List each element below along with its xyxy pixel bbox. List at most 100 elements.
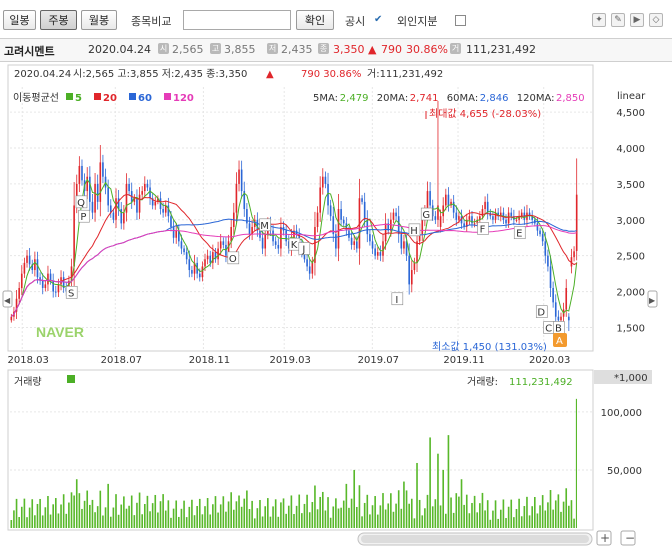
volume-bar (450, 497, 452, 528)
month-candle-button[interactable]: 월봉 (81, 10, 117, 30)
ma-value-label: 120MA: (517, 93, 555, 104)
volume-bar (28, 507, 31, 528)
zoom-in-icon[interactable]: + (600, 531, 610, 545)
candle-body (264, 234, 267, 249)
volume-bar (528, 515, 531, 528)
volume-bar (426, 494, 429, 528)
volume-bar (295, 505, 298, 528)
volume-bar (204, 506, 206, 528)
volume-bar (547, 502, 549, 528)
compare-label: 종목비교 (131, 15, 172, 28)
candle-body (102, 162, 104, 177)
price-tick-label: 4,000 (616, 144, 645, 155)
volume-bar (125, 508, 128, 528)
pencil-icon[interactable]: ✎ (611, 13, 625, 27)
volume-bar (267, 498, 269, 528)
notice-checkbox[interactable]: ✔ (374, 15, 383, 26)
volume-bar (507, 506, 510, 528)
volume-bar (400, 508, 403, 528)
candle-body (143, 183, 146, 192)
time-tick-label: 2018.11 (189, 355, 230, 366)
volume-bar (455, 493, 458, 528)
volume-bar (282, 498, 285, 528)
play-icon[interactable]: ▶ (630, 13, 644, 27)
volume-bar (541, 495, 544, 528)
volume-bar (568, 505, 570, 528)
volume-bar (437, 453, 439, 528)
volume-bar (251, 500, 253, 528)
foreign-share-checkbox[interactable] (455, 15, 466, 26)
candle-body (204, 259, 206, 267)
crosshair-icon[interactable]: ✦ (592, 13, 606, 27)
volume-bar (458, 496, 460, 528)
candle-body (54, 291, 57, 293)
compare-input[interactable] (183, 10, 291, 30)
volume-bar (70, 492, 73, 528)
week-candle-button[interactable]: 주봉 (40, 10, 77, 30)
scale-mode-label[interactable]: linear (617, 91, 646, 102)
candle-body (547, 255, 549, 267)
volume-bar (81, 508, 83, 528)
volume-bar (285, 513, 287, 528)
candle-body (541, 234, 544, 242)
candle-body (421, 219, 424, 235)
volume-bar (185, 517, 188, 528)
time-tick-label: 2020.03 (529, 355, 570, 366)
volume-bar (34, 515, 36, 528)
candle-body (141, 191, 143, 195)
scroll-left-icon[interactable]: ◀ (4, 296, 11, 305)
candle-body (316, 212, 319, 227)
candle-body (337, 209, 340, 249)
volume-bar (350, 498, 353, 528)
event-marker-label: M (260, 221, 269, 232)
volume-bar (253, 518, 256, 528)
volume-bar (94, 512, 96, 528)
candle-body (492, 216, 494, 220)
volume-bar (269, 516, 272, 528)
confirm-button[interactable]: 확인 (296, 10, 334, 30)
candle-body (416, 241, 418, 263)
candle-body (123, 212, 125, 224)
scroll-right-icon[interactable]: ▶ (649, 296, 656, 305)
ma-value: 2,846 (480, 93, 509, 104)
candle-body (486, 201, 489, 213)
volume-bar (49, 514, 52, 528)
candle-body (20, 273, 23, 288)
volume-bar (193, 515, 196, 528)
candle-body (552, 287, 554, 303)
candle-body (335, 234, 337, 249)
volume-bar (403, 481, 405, 528)
candle-body (183, 248, 185, 253)
candle-body (361, 198, 363, 202)
volume-bar (481, 492, 484, 528)
candle-body (94, 183, 96, 213)
zoom-out-icon[interactable]: − (625, 531, 635, 545)
volume-bar (369, 514, 371, 528)
volume-bar (167, 500, 170, 528)
quote-date: 2020.04.24 (88, 43, 151, 56)
time-axis: 2018.03 2018.07 2018.11 2019.03 2019.07 2019.… (8, 355, 571, 366)
volume-bar (141, 514, 143, 528)
volume-bar (557, 494, 560, 528)
candle-body (369, 234, 371, 242)
stock-chart[interactable]: 2020.04.24 시:2,565 고:3,855 저:2,435 종:3,3… (0, 61, 672, 549)
volume-bar (476, 512, 479, 528)
candle-body (188, 259, 191, 271)
volume-bar (392, 511, 395, 528)
stock-name: 고려시멘트 (4, 45, 55, 58)
candle-body (91, 201, 94, 213)
day-candle-button[interactable]: 일봉 (3, 10, 36, 30)
candle-body (340, 209, 342, 220)
price-tick-label: 2,000 (616, 288, 645, 299)
time-scrollbar-thumb[interactable] (361, 535, 589, 543)
volume-bar (321, 491, 324, 528)
candle-body (363, 201, 366, 220)
eraser-icon[interactable]: ◇ (649, 13, 663, 27)
volume-bar (363, 502, 366, 528)
candle-body (285, 230, 287, 242)
candle-body (28, 255, 31, 265)
volume-bar (371, 505, 374, 528)
candle-body (400, 234, 403, 249)
volume-bar (468, 513, 471, 528)
volume-bar (324, 510, 327, 528)
